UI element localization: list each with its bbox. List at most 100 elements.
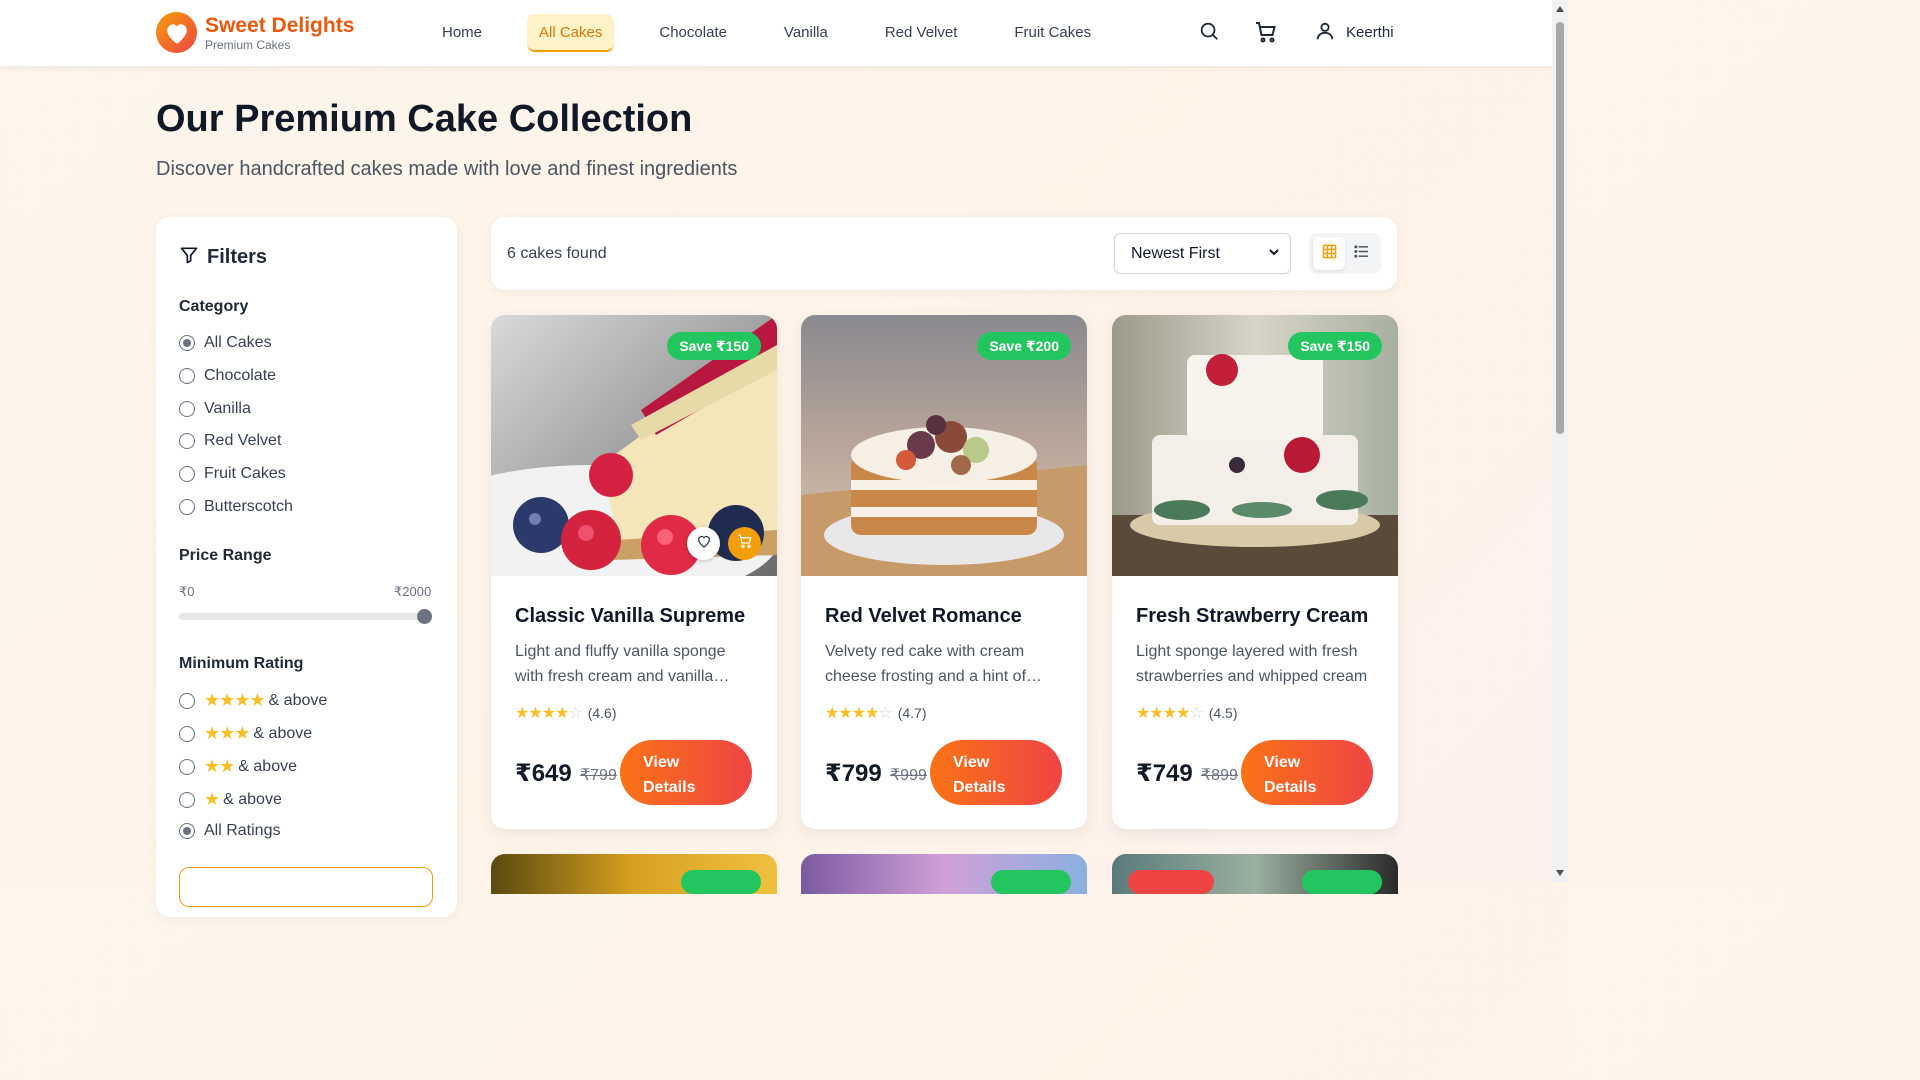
- option-label: & above: [238, 757, 297, 775]
- bestseller-badge: [1128, 870, 1214, 894]
- option-label: Fruit Cakes: [204, 465, 286, 482]
- category-option-red-velvet[interactable]: Red Velvet: [179, 432, 281, 450]
- discount-badge: Save ₹150: [1288, 332, 1382, 360]
- option-label: Vanilla: [204, 400, 251, 417]
- price-slider-track[interactable]: [179, 613, 432, 620]
- top-header: Sweet Delights Premium Cakes Home All Ca…: [0, 0, 1552, 66]
- search-icon[interactable]: [1198, 20, 1222, 44]
- option-label: & above: [223, 790, 282, 808]
- price-range-heading: Price Range: [179, 547, 272, 564]
- radio-button[interactable]: [179, 335, 195, 351]
- product-title[interactable]: Classic Vanilla Supreme: [515, 605, 745, 628]
- cart-icon[interactable]: [1254, 20, 1278, 44]
- product-image[interactable]: Save ₹150: [491, 315, 777, 576]
- star-rating-icon: ★★★★☆: [825, 705, 893, 722]
- view-details-button[interactable]: View Details: [1241, 740, 1373, 805]
- product-image[interactable]: Save ₹200: [801, 315, 1087, 576]
- clear-filters-button[interactable]: [179, 867, 433, 907]
- view-details-button[interactable]: View Details: [620, 740, 752, 805]
- rating-option-1[interactable]: ★ & above: [179, 789, 282, 810]
- category-heading: Category: [179, 298, 249, 315]
- category-option-vanilla[interactable]: Vanilla: [179, 400, 251, 418]
- rating-value: (4.5): [1208, 705, 1238, 721]
- category-option-all-cakes[interactable]: All Cakes: [179, 334, 272, 352]
- sort-select[interactable]: Newest First: [1114, 233, 1291, 274]
- price-slider-handle[interactable]: [417, 609, 432, 624]
- radio-button[interactable]: [179, 433, 195, 449]
- filter-icon: [179, 245, 199, 270]
- list-view-button[interactable]: [1345, 237, 1377, 270]
- cart-icon: [737, 533, 753, 554]
- nav-vanilla[interactable]: Vanilla: [772, 14, 840, 52]
- radio-button[interactable]: [179, 725, 195, 742]
- product-title[interactable]: Red Velvet Romance: [825, 605, 1022, 628]
- price-max-label: ₹2000: [394, 584, 432, 599]
- main-nav: Home All Cakes Chocolate Vanilla Red Vel…: [430, 14, 1136, 52]
- add-to-cart-button[interactable]: [728, 527, 761, 560]
- radio-button[interactable]: [179, 401, 195, 417]
- rating-value: (4.7): [897, 705, 927, 721]
- product-card-partial[interactable]: [801, 854, 1087, 894]
- results-count: 6 cakes found: [507, 245, 607, 262]
- view-details-button[interactable]: View Details: [930, 740, 1062, 805]
- product-description: Light and fluffy vanilla sponge with fre…: [515, 643, 730, 685]
- option-label: Red Velvet: [204, 432, 282, 449]
- star-icons: ★★★★: [204, 690, 266, 710]
- product-card[interactable]: Save ₹200 Red Velvet Romance Velvety red…: [801, 315, 1087, 829]
- radio-button[interactable]: [179, 758, 195, 775]
- product-card-partial[interactable]: [1112, 854, 1398, 894]
- radio-button[interactable]: [179, 368, 195, 384]
- product-description: Light sponge layered with fresh strawber…: [1136, 643, 1368, 685]
- rating-option-2[interactable]: ★★ & above: [179, 756, 297, 777]
- discount-badge: Save ₹150: [667, 332, 761, 360]
- page-subtitle: Discover handcrafted cakes made with lov…: [156, 158, 738, 180]
- rating-option-3[interactable]: ★★★ & above: [179, 723, 312, 744]
- brand-logo[interactable]: Sweet Delights Premium Cakes: [156, 12, 354, 53]
- nav-fruit-cakes[interactable]: Fruit Cakes: [1002, 14, 1103, 52]
- rating-option-all[interactable]: All Ratings: [179, 822, 280, 840]
- heart-icon: [696, 533, 712, 554]
- rating-value: (4.6): [587, 705, 617, 721]
- scroll-up-icon[interactable]: [1556, 6, 1564, 12]
- user-menu[interactable]: Keerthi: [1314, 20, 1394, 44]
- category-option-chocolate[interactable]: Chocolate: [179, 367, 276, 385]
- scroll-thumb[interactable]: [1556, 22, 1564, 434]
- radio-button[interactable]: [179, 791, 195, 808]
- radio-button[interactable]: [179, 499, 195, 515]
- page-title: Our Premium Cake Collection: [156, 98, 693, 140]
- nav-home[interactable]: Home: [430, 14, 494, 52]
- user-name: Keerthi: [1346, 23, 1394, 41]
- nav-all-cakes[interactable]: All Cakes: [527, 14, 615, 52]
- product-card[interactable]: Save ₹150 Fresh Strawberry Cream Light s…: [1112, 315, 1398, 829]
- option-label: Butterscotch: [204, 498, 293, 515]
- radio-button[interactable]: [179, 466, 195, 482]
- product-card-partial[interactable]: [491, 854, 777, 894]
- rating-option-4[interactable]: ★★★★ & above: [179, 690, 327, 711]
- brand-tagline: Premium Cakes: [205, 37, 291, 52]
- product-rating: ★★★★☆ (4.6): [515, 703, 617, 723]
- scroll-down-icon[interactable]: [1556, 870, 1564, 876]
- star-icons: ★★★: [204, 723, 250, 743]
- product-title[interactable]: Fresh Strawberry Cream: [1136, 605, 1368, 628]
- user-icon: [1314, 20, 1338, 44]
- option-label: & above: [268, 691, 328, 709]
- price-min-label: ₹0: [179, 584, 195, 599]
- radio-button[interactable]: [179, 692, 195, 709]
- wishlist-button[interactable]: [687, 527, 720, 560]
- results-toolbar: 6 cakes found Newest First: [491, 217, 1397, 290]
- heart-icon: [156, 12, 197, 53]
- nav-red-velvet[interactable]: Red Velvet: [873, 14, 970, 52]
- radio-button[interactable]: [179, 823, 195, 839]
- page-scrollbar[interactable]: [1552, 0, 1568, 882]
- product-image[interactable]: Save ₹150: [1112, 315, 1398, 576]
- discount-badge: [1302, 870, 1382, 894]
- category-option-fruit-cakes[interactable]: Fruit Cakes: [179, 465, 286, 483]
- original-price: ₹999: [890, 767, 927, 784]
- chevron-down-icon: [1268, 246, 1280, 261]
- product-card[interactable]: Save ₹150 Classic Vanilla Supreme Light …: [491, 315, 777, 829]
- category-option-butterscotch[interactable]: Butterscotch: [179, 498, 293, 516]
- nav-chocolate[interactable]: Chocolate: [647, 14, 739, 52]
- filters-title: Filters: [207, 246, 268, 268]
- grid-view-button[interactable]: [1313, 237, 1345, 270]
- discount-badge: Save ₹200: [977, 332, 1071, 360]
